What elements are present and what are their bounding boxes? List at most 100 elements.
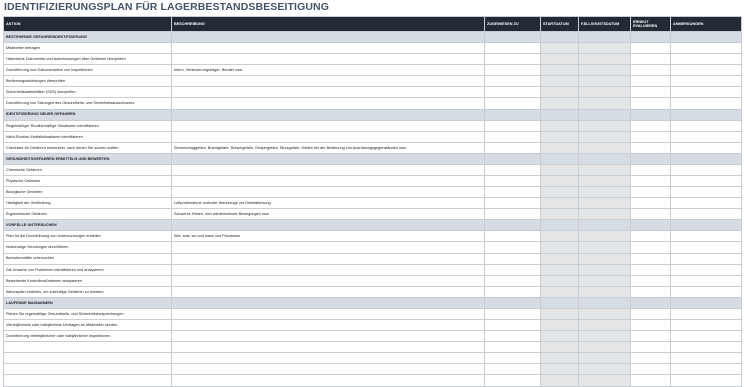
erneut-cell[interactable]: [630, 197, 671, 210]
erneut-cell[interactable]: [630, 174, 671, 188]
faelligkeit-cell[interactable]: [578, 141, 631, 154]
aktion-cell[interactable]: Chemische Gefahren: [3, 163, 172, 176]
erneut-cell[interactable]: [630, 296, 671, 309]
aktion-cell[interactable]: Planen Sie regelmäßige Gesundheits- und …: [3, 307, 172, 320]
anmerkungen-cell[interactable]: [670, 119, 742, 132]
erneut-cell[interactable]: [630, 53, 671, 66]
header-anmerkungen[interactable]: ANMERKUNGEN: [670, 16, 742, 32]
startdatum-cell[interactable]: [540, 285, 579, 298]
faelligkeit-cell[interactable]: [578, 197, 631, 210]
anmerkungen-cell[interactable]: [670, 64, 742, 77]
header-aktion[interactable]: AKTION: [3, 16, 172, 32]
startdatum-cell[interactable]: [540, 230, 579, 243]
beschreibung-cell[interactable]: [171, 252, 485, 265]
faelligkeit-cell[interactable]: [578, 163, 631, 176]
beschreibung-cell[interactable]: [171, 363, 485, 376]
anmerkungen-cell[interactable]: [670, 263, 742, 276]
beschreibung-cell[interactable]: [171, 75, 485, 88]
zugewiesen-cell[interactable]: [484, 108, 541, 121]
startdatum-cell[interactable]: [540, 152, 579, 165]
erneut-cell[interactable]: [630, 86, 671, 99]
anmerkungen-cell[interactable]: [670, 97, 742, 110]
erneut-cell[interactable]: [630, 119, 671, 132]
header-erneut[interactable]: ERNEUT EVALUIEREN: [630, 16, 671, 32]
faelligkeit-cell[interactable]: [578, 374, 631, 387]
beschreibung-cell[interactable]: [171, 241, 485, 254]
beschreibung-cell[interactable]: [171, 130, 485, 143]
startdatum-cell[interactable]: [540, 97, 579, 110]
faelligkeit-cell[interactable]: [578, 31, 631, 43]
anmerkungen-cell[interactable]: [670, 241, 742, 254]
faelligkeit-cell[interactable]: [578, 330, 631, 343]
erneut-cell[interactable]: [630, 219, 671, 232]
zugewiesen-cell[interactable]: [484, 152, 541, 165]
erneut-cell[interactable]: [630, 31, 671, 43]
startdatum-cell[interactable]: [540, 141, 579, 154]
aktion-cell[interactable]: [3, 341, 172, 354]
beschreibung-cell[interactable]: Schweres Heben, sich wiederholende Beweg…: [171, 208, 485, 221]
aktion-cell[interactable]: Aktionsplan erstellen, um zukünftige Gef…: [3, 285, 172, 298]
anmerkungen-cell[interactable]: [670, 86, 742, 99]
erneut-cell[interactable]: [630, 285, 671, 298]
anmerkungen-cell[interactable]: [670, 352, 742, 365]
zugewiesen-cell[interactable]: [484, 86, 541, 99]
erneut-cell[interactable]: [630, 75, 671, 88]
zugewiesen-cell[interactable]: [484, 285, 541, 298]
anmerkungen-cell[interactable]: [670, 174, 742, 188]
beschreibung-cell[interactable]: Stromschlaggefahr, Brandgefahr, Rutschge…: [171, 141, 485, 154]
erneut-cell[interactable]: [630, 97, 671, 110]
startdatum-cell[interactable]: [540, 197, 579, 210]
anmerkungen-cell[interactable]: [670, 307, 742, 320]
beschreibung-cell[interactable]: [171, 352, 485, 365]
zugewiesen-cell[interactable]: [484, 296, 541, 309]
startdatum-cell[interactable]: [540, 241, 579, 254]
anmerkungen-cell[interactable]: [670, 363, 742, 376]
faelligkeit-cell[interactable]: [578, 307, 631, 320]
faelligkeit-cell[interactable]: [578, 252, 631, 265]
faelligkeit-cell[interactable]: [578, 41, 631, 55]
zugewiesen-cell[interactable]: [484, 64, 541, 77]
faelligkeit-cell[interactable]: [578, 53, 631, 66]
aktion-cell[interactable]: Mitarbeiter befragen: [3, 41, 172, 55]
faelligkeit-cell[interactable]: [578, 352, 631, 365]
startdatum-cell[interactable]: [540, 274, 579, 287]
startdatum-cell[interactable]: [540, 86, 579, 99]
anmerkungen-cell[interactable]: [670, 296, 742, 309]
startdatum-cell[interactable]: [540, 53, 579, 66]
anmerkungen-cell[interactable]: [670, 31, 742, 43]
erneut-cell[interactable]: [630, 307, 671, 320]
beschreibung-cell[interactable]: [171, 41, 485, 55]
aktion-cell[interactable]: [3, 352, 172, 365]
zugewiesen-cell[interactable]: [484, 341, 541, 354]
startdatum-cell[interactable]: [540, 130, 579, 143]
aktion-cell[interactable]: IDENTIFIZIERUNG NEUER GEFAHREN: [3, 108, 172, 121]
aktion-cell[interactable]: Bedienungsanleitungen überprüfen: [3, 75, 172, 88]
aktion-cell[interactable]: [3, 363, 172, 376]
erneut-cell[interactable]: [630, 341, 671, 354]
beschreibung-cell[interactable]: [171, 174, 485, 188]
erneut-cell[interactable]: [630, 163, 671, 176]
erneut-cell[interactable]: [630, 274, 671, 287]
aktion-cell[interactable]: Physische Gefahren: [3, 174, 172, 188]
aktion-cell[interactable]: Biologische Gefahren: [3, 186, 172, 199]
faelligkeit-cell[interactable]: [578, 152, 631, 165]
erneut-cell[interactable]: [630, 318, 671, 332]
faelligkeit-cell[interactable]: [578, 208, 631, 221]
anmerkungen-cell[interactable]: [670, 341, 742, 354]
zugewiesen-cell[interactable]: [484, 263, 541, 276]
erneut-cell[interactable]: [630, 186, 671, 199]
erneut-cell[interactable]: [630, 230, 671, 243]
anmerkungen-cell[interactable]: [670, 152, 742, 165]
startdatum-cell[interactable]: [540, 374, 579, 387]
startdatum-cell[interactable]: [540, 174, 579, 188]
aktion-cell[interactable]: Bestehende Kontrollmaßnahmen analysieren: [3, 274, 172, 287]
faelligkeit-cell[interactable]: [578, 241, 631, 254]
beschreibung-cell[interactable]: Luftprobenahme und/oder Werkzeuge zur Di…: [171, 197, 485, 210]
anmerkungen-cell[interactable]: [670, 197, 742, 210]
faelligkeit-cell[interactable]: [578, 296, 631, 309]
startdatum-cell[interactable]: [540, 296, 579, 309]
aktion-cell[interactable]: Notwendige Schulungen durchführen: [3, 241, 172, 254]
startdatum-cell[interactable]: [540, 163, 579, 176]
faelligkeit-cell[interactable]: [578, 274, 631, 287]
aktion-cell[interactable]: Durchführung vierteljährlicher oder halb…: [3, 330, 172, 343]
